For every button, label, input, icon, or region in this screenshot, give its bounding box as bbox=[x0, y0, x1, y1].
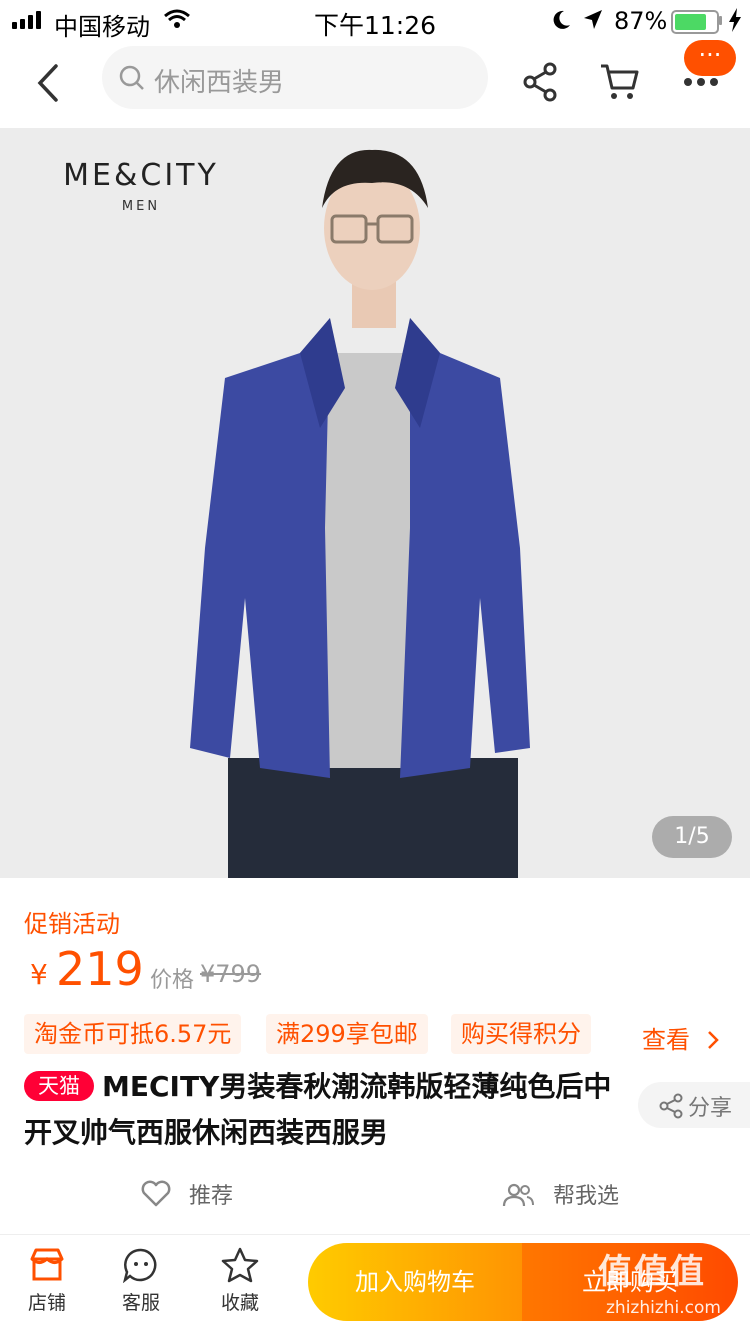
add-to-cart-button[interactable]: 加入购物车 bbox=[308, 1243, 522, 1321]
tag-free-shipping[interactable]: 满299享包邮 bbox=[266, 1014, 428, 1054]
tag-coins[interactable]: 淘金币可抵6.57元 bbox=[24, 1014, 242, 1054]
chevron-right-icon bbox=[707, 1031, 719, 1049]
search-input[interactable]: 休闲西装男 bbox=[102, 46, 488, 109]
model-illustration bbox=[0, 128, 750, 878]
image-counter: 1/5 bbox=[652, 816, 732, 858]
people-icon bbox=[502, 1183, 534, 1207]
share-small-icon bbox=[659, 1093, 683, 1119]
recommend-label: 推荐 bbox=[189, 1184, 234, 1209]
share-label: 分享 bbox=[688, 1096, 733, 1121]
store-label: 店铺 bbox=[27, 1292, 66, 1314]
see-more-label: 查看 bbox=[642, 1026, 690, 1054]
watermark-logo: 值值值 bbox=[598, 1252, 706, 1292]
favorite-button[interactable]: 收藏 bbox=[195, 1247, 285, 1315]
chat-face-icon bbox=[122, 1248, 157, 1284]
location-icon bbox=[584, 10, 602, 29]
currency-symbol: ¥ bbox=[30, 958, 48, 991]
share-icon[interactable] bbox=[521, 62, 559, 102]
customer-service-button[interactable]: 客服 bbox=[96, 1247, 186, 1315]
promo-label[interactable]: 促销活动 bbox=[24, 904, 120, 939]
battery-percent: 87% bbox=[614, 7, 668, 35]
help-choose-label: 帮我选 bbox=[553, 1184, 620, 1209]
brand-logo: ME&CITY MEN bbox=[36, 158, 246, 214]
nav-bar: 休闲西装男 ··· bbox=[0, 40, 750, 130]
status-bar: 中国移动 下午11:26 87% bbox=[0, 0, 750, 41]
battery-icon bbox=[671, 10, 719, 34]
charging-icon bbox=[729, 8, 741, 32]
favorite-label: 收藏 bbox=[220, 1292, 259, 1314]
moon-icon bbox=[553, 10, 570, 29]
watermark-url: zhizhizhi.com bbox=[606, 1298, 721, 1318]
original-price: ¥799 bbox=[200, 960, 262, 988]
product-title: MECITY男装春秋潮流韩版轻薄纯色后中开叉帅气西服休闲西装西服男 bbox=[24, 1070, 612, 1149]
help-choose-button[interactable]: 帮我选 bbox=[500, 1178, 619, 1210]
see-more-link[interactable]: 查看 bbox=[642, 1020, 720, 1055]
search-icon bbox=[119, 65, 144, 90]
share-button[interactable]: 分享 bbox=[638, 1082, 750, 1128]
price: 219 bbox=[56, 942, 144, 996]
back-icon[interactable] bbox=[34, 62, 64, 104]
star-icon bbox=[221, 1247, 259, 1283]
cart-icon[interactable] bbox=[599, 62, 641, 102]
search-placeholder: 休闲西装男 bbox=[154, 68, 285, 98]
heart-icon bbox=[141, 1180, 171, 1207]
product-image[interactable]: ME&CITY MEN 1/5 bbox=[0, 128, 750, 878]
store-button[interactable]: 店铺 bbox=[2, 1247, 92, 1315]
more-icon[interactable] bbox=[682, 74, 722, 90]
brand-logo-main: ME&CITY bbox=[63, 158, 219, 193]
customer-service-label: 客服 bbox=[121, 1292, 160, 1314]
message-badge[interactable]: ··· bbox=[684, 40, 736, 76]
store-icon bbox=[30, 1248, 64, 1281]
original-price-label: 价格 bbox=[150, 968, 195, 993]
brand-logo-sub: MEN bbox=[121, 199, 161, 214]
recommend-button[interactable]: 推荐 bbox=[140, 1178, 233, 1210]
tag-points[interactable]: 购买得积分 bbox=[451, 1014, 591, 1054]
